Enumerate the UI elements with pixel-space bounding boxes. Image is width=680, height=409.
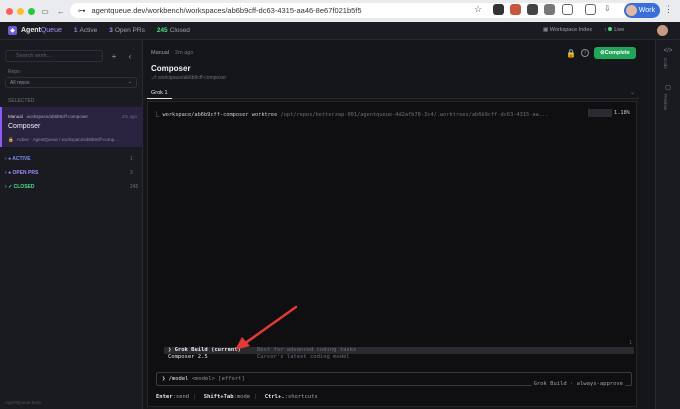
workspace-time: 2m ago: [121, 114, 137, 119]
scroll-badge: 1: [629, 341, 632, 346]
app-topbar: ◆ AgentQueue 1 Active 3 Open PRs 245 Closed…: [0, 22, 680, 40]
user-avatar[interactable]: [657, 25, 668, 36]
live-indicator: ↑ Live: [604, 27, 625, 33]
preview-icon[interactable]: ▢: [661, 84, 675, 91]
page-title: Composer: [151, 64, 191, 73]
code-icon[interactable]: </>: [661, 48, 675, 54]
repo-select[interactable]: All repos ⌄: [5, 77, 137, 88]
command-text: ❯ /model <model> [effort]: [162, 376, 245, 382]
chevron-down-icon[interactable]: ⌄: [630, 89, 635, 96]
extensions-puzzle-icon[interactable]: [562, 4, 573, 15]
browser-toolbar: ▭ ← → ↻ ⊶ agentqueue.dev/workbench/works…: [0, 0, 680, 22]
window-controls: [6, 7, 35, 15]
group-active[interactable]: › ● ACTIVE 1: [5, 156, 133, 162]
group-closed[interactable]: › ✓ CLOSED 245: [5, 184, 138, 190]
lock-warning-icon[interactable]: 🔒: [566, 49, 576, 58]
shortcut-hints: Enter:send | Shift+Tab:mode | Ctrl+.:short…: [156, 394, 318, 400]
repo-filter-label: Repo: [8, 69, 20, 75]
brand-name: AgentQueue: [21, 27, 62, 34]
search-input[interactable]: Search work...: [5, 50, 103, 62]
breadcrumb: Manual 2m ago: [151, 50, 194, 56]
minimize-window-button[interactable]: [17, 7, 24, 15]
workspace-name: Composer: [8, 123, 41, 130]
closed-stat[interactable]: 245 Closed: [157, 27, 190, 34]
add-work-button[interactable]: +: [108, 50, 120, 62]
terminal-header-line: ⎿ workspace/ab6b9cff-composer worktree /…: [154, 112, 549, 118]
site-settings-icon[interactable]: ⊶: [78, 6, 86, 15]
workspace-meta: Manual workspace/ab6b9cff-composer: [8, 114, 88, 119]
info-icon[interactable]: i: [581, 49, 589, 57]
progress-track: [588, 109, 612, 117]
right-rail: </> Code ▢ Preview: [655, 40, 680, 409]
active-stat[interactable]: 1 Active: [74, 27, 97, 34]
bookmark-star-icon[interactable]: ☆: [474, 4, 485, 15]
terminal[interactable]: ⎿ workspace/ab6b9cff-composer worktree /…: [147, 101, 637, 407]
back-icon[interactable]: ←: [55, 5, 67, 17]
preview-tab[interactable]: Preview: [663, 94, 668, 110]
terminal-input[interactable]: ❯ /model <model> [effort] Grok Build · a…: [156, 372, 632, 387]
maximize-window-button[interactable]: [28, 7, 35, 15]
open-prs-stat[interactable]: 3 Open PRs: [109, 27, 145, 34]
browser-menu-icon[interactable]: ⋮: [664, 4, 673, 15]
extension-icon-1[interactable]: [493, 4, 504, 15]
app-root: ◆ AgentQueue 1 Active 3 Open PRs 245 Closed…: [0, 22, 680, 409]
brand[interactable]: ◆ AgentQueue: [8, 26, 62, 35]
sidebar-toggle-icon[interactable]: ▭: [39, 5, 51, 17]
context-progress: 1.18%: [588, 109, 632, 117]
menu-item-composer[interactable]: Composer 2.5 Cursor's latest coding mode…: [164, 354, 634, 361]
selected-workspace-item[interactable]: Manual workspace/ab6b9cff-composer 2m ago…: [0, 107, 143, 147]
close-window-button[interactable]: [6, 7, 13, 15]
download-icon[interactable]: ⇩: [604, 4, 615, 15]
profile-avatar: [626, 5, 637, 16]
group-open-prs[interactable]: › ● OPEN PRS 3: [5, 170, 133, 176]
extension-icon-4[interactable]: [544, 4, 555, 15]
selected-section-label: SELECTED: [8, 98, 35, 104]
grid-icon: ▦: [543, 27, 550, 33]
chevron-down-icon: ⌄: [127, 79, 132, 85]
profile-label: Work: [638, 7, 655, 14]
sidebar: Search work... + ‹ Repo All repos ⌄ SELEC…: [0, 40, 143, 409]
workspace-index-link[interactable]: ▦ Workspace Index: [543, 27, 592, 33]
profile-button[interactable]: Work: [624, 3, 660, 18]
workspace-path: ⎇ workspace/ab6b9cff-composer: [151, 75, 227, 81]
workspace-status: 🔒 Active · AgentQueue / workspace/ab6b9cf…: [8, 137, 118, 142]
extension-icon-3[interactable]: [527, 4, 538, 15]
sidebar-footer: AgentQueue Beta: [5, 400, 41, 405]
code-tab[interactable]: Code: [663, 58, 668, 69]
lock-icon: 🔒: [8, 137, 14, 142]
tab-grok-1[interactable]: Grok 1: [147, 88, 172, 99]
extension-icon-2[interactable]: [510, 4, 521, 15]
annotation-arrow-icon: [235, 305, 298, 350]
progress-percent: 1.18%: [614, 110, 630, 116]
complete-button[interactable]: ⊘ Complete: [594, 47, 636, 59]
tab-bar: Grok 1 ⌄: [143, 88, 639, 99]
main-panel: Manual 2m ago Composer ⎇ workspace/ab6b9c…: [143, 40, 655, 409]
collapse-sidebar-button[interactable]: ‹: [124, 50, 136, 62]
app-logo-icon: ◆: [8, 26, 17, 35]
tab-search-icon[interactable]: [585, 4, 596, 15]
model-status: Grok Build · always-approve: [531, 381, 625, 387]
live-dot-icon: [608, 27, 613, 31]
url-text: agentqueue.dev/workbench/workspaces/ab6b…: [91, 6, 362, 15]
